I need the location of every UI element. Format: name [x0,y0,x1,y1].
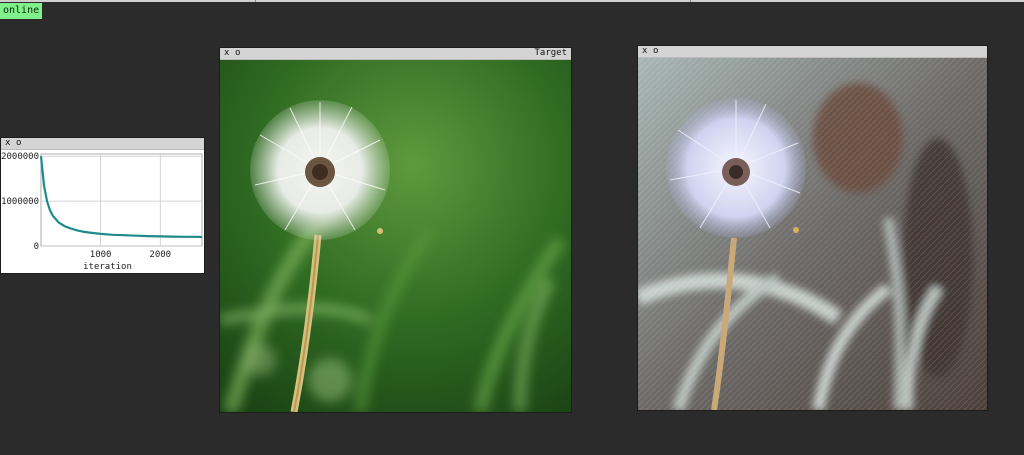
output-image-window[interactable]: x o [638,46,987,410]
top-border-tick [255,0,256,2]
dandelion-photo [220,60,571,412]
minimize-button[interactable]: o [235,48,240,59]
y-tick-label: 1000000 [1,197,39,207]
output-image [638,58,987,410]
loss-chart-window[interactable]: x o 1000 2000 0 1000000 2000000 iteration [1,138,204,273]
output-window-titlebar[interactable]: x o [638,46,987,58]
status-badge: online [0,3,43,19]
target-image [220,60,571,412]
stylized-dandelion [638,58,987,410]
target-window-titlebar[interactable]: x o Target [220,48,571,60]
x-axis-label: iteration [83,262,132,272]
plot-frame [40,153,203,247]
chart-window-titlebar[interactable]: x o [1,138,204,150]
top-border-tick [690,0,691,2]
x-tick-label: 1000 [90,250,112,260]
window-title: Target [534,48,567,58]
y-tick-label: 2000000 [1,152,39,162]
y-tick-label: 0 [34,242,39,252]
close-button[interactable]: x [642,46,647,57]
minimize-button[interactable]: o [16,138,21,149]
top-border [0,0,1024,2]
loss-chart: 1000 2000 0 1000000 2000000 iteration [1,150,204,273]
close-button[interactable]: x [5,138,10,149]
loss-chart-svg: 1000 2000 0 1000000 2000000 iteration [1,152,203,272]
close-button[interactable]: x [224,48,229,59]
target-image-window[interactable]: x o Target [220,48,571,412]
minimize-button[interactable]: o [653,46,658,57]
x-tick-label: 2000 [149,250,171,260]
